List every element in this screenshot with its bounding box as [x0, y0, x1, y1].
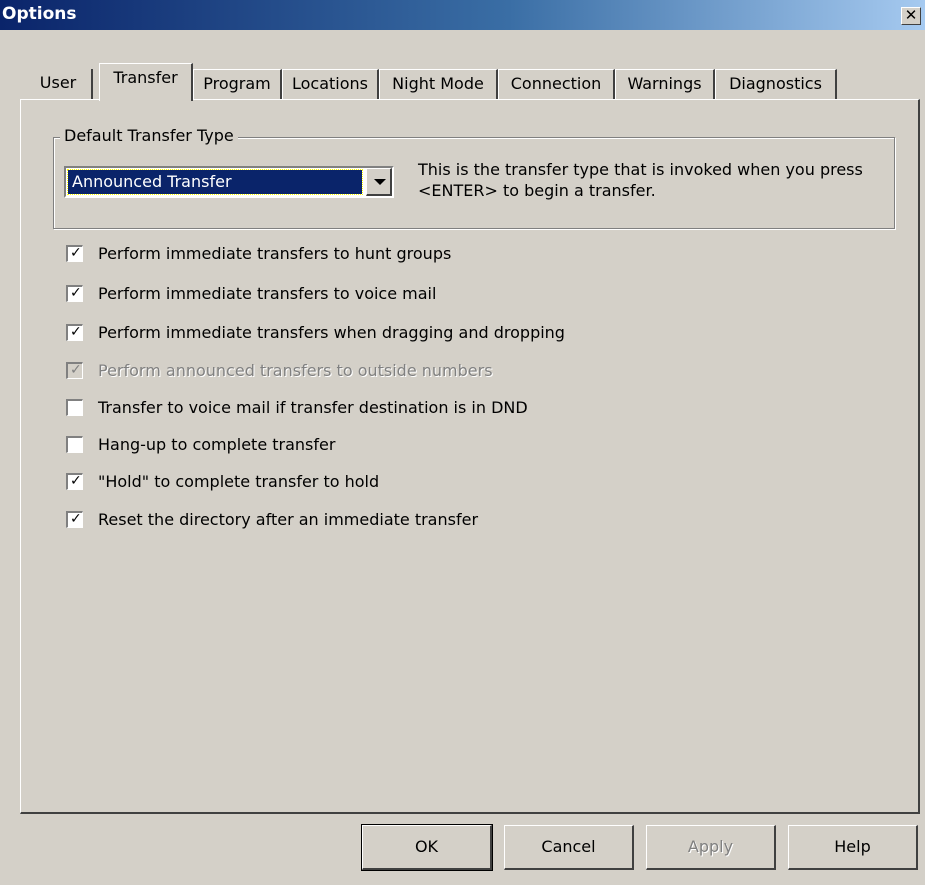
close-button[interactable]: ✕	[901, 7, 921, 25]
tab-locations[interactable]: Locations	[282, 69, 379, 99]
tab-connection[interactable]: Connection	[498, 69, 615, 99]
checkbox[interactable]	[66, 399, 83, 416]
tab-user[interactable]: User	[25, 69, 93, 99]
checkbox[interactable]	[66, 436, 83, 453]
check-icon: ✓	[70, 511, 82, 527]
option-label: Reset the directory after an immediate t…	[98, 510, 479, 529]
ok-button[interactable]: OK	[361, 824, 493, 871]
option-label: Perform immediate transfers to voice mai…	[98, 284, 437, 303]
tab-transfer[interactable]: Transfer	[99, 63, 193, 101]
help-button[interactable]: Help	[788, 825, 918, 870]
checkbox[interactable]: ✓	[66, 511, 83, 528]
transfer-type-select[interactable]: Announced Transfer	[64, 166, 394, 198]
cancel-button[interactable]: Cancel	[504, 825, 634, 870]
check-icon: ✓	[70, 285, 82, 301]
title-bar: Options ✕	[0, 0, 925, 30]
checkbox[interactable]: ✓	[66, 324, 83, 341]
option-label: Perform immediate transfers to hunt grou…	[98, 244, 452, 263]
chevron-down-icon	[374, 179, 386, 185]
dropdown-button[interactable]	[366, 168, 392, 196]
check-icon: ✓	[70, 324, 82, 340]
checkbox: ✓	[66, 362, 83, 379]
checkbox[interactable]: ✓	[66, 473, 83, 490]
option-label: Hang-up to complete transfer	[98, 435, 336, 454]
checkbox[interactable]: ✓	[66, 245, 83, 262]
apply-button: Apply	[646, 825, 776, 870]
close-icon: ✕	[904, 6, 918, 24]
tab-diagnostics[interactable]: Diagnostics	[715, 69, 837, 99]
option-label: "Hold" to complete transfer to hold	[98, 472, 380, 491]
check-icon: ✓	[70, 245, 82, 261]
window-title: Options	[2, 4, 77, 24]
tab-program[interactable]: Program	[193, 69, 282, 99]
check-icon: ✓	[70, 473, 82, 489]
description-line-1: This is the transfer type that is invoke…	[418, 160, 863, 179]
checkbox[interactable]: ✓	[66, 285, 83, 302]
group-label: Default Transfer Type	[60, 126, 238, 145]
check-icon: ✓	[70, 362, 82, 378]
option-label: Perform announced transfers to outside n…	[98, 361, 493, 380]
transfer-type-description: This is the transfer type that is invoke…	[418, 159, 888, 201]
transfer-type-value: Announced Transfer	[67, 169, 363, 195]
option-label: Perform immediate transfers when draggin…	[98, 323, 565, 342]
tab-warnings[interactable]: Warnings	[615, 69, 715, 99]
option-label: Transfer to voice mail if transfer desti…	[98, 398, 528, 417]
tab-night-mode[interactable]: Night Mode	[379, 69, 498, 99]
description-line-2: <ENTER> to begin a transfer.	[418, 181, 656, 200]
